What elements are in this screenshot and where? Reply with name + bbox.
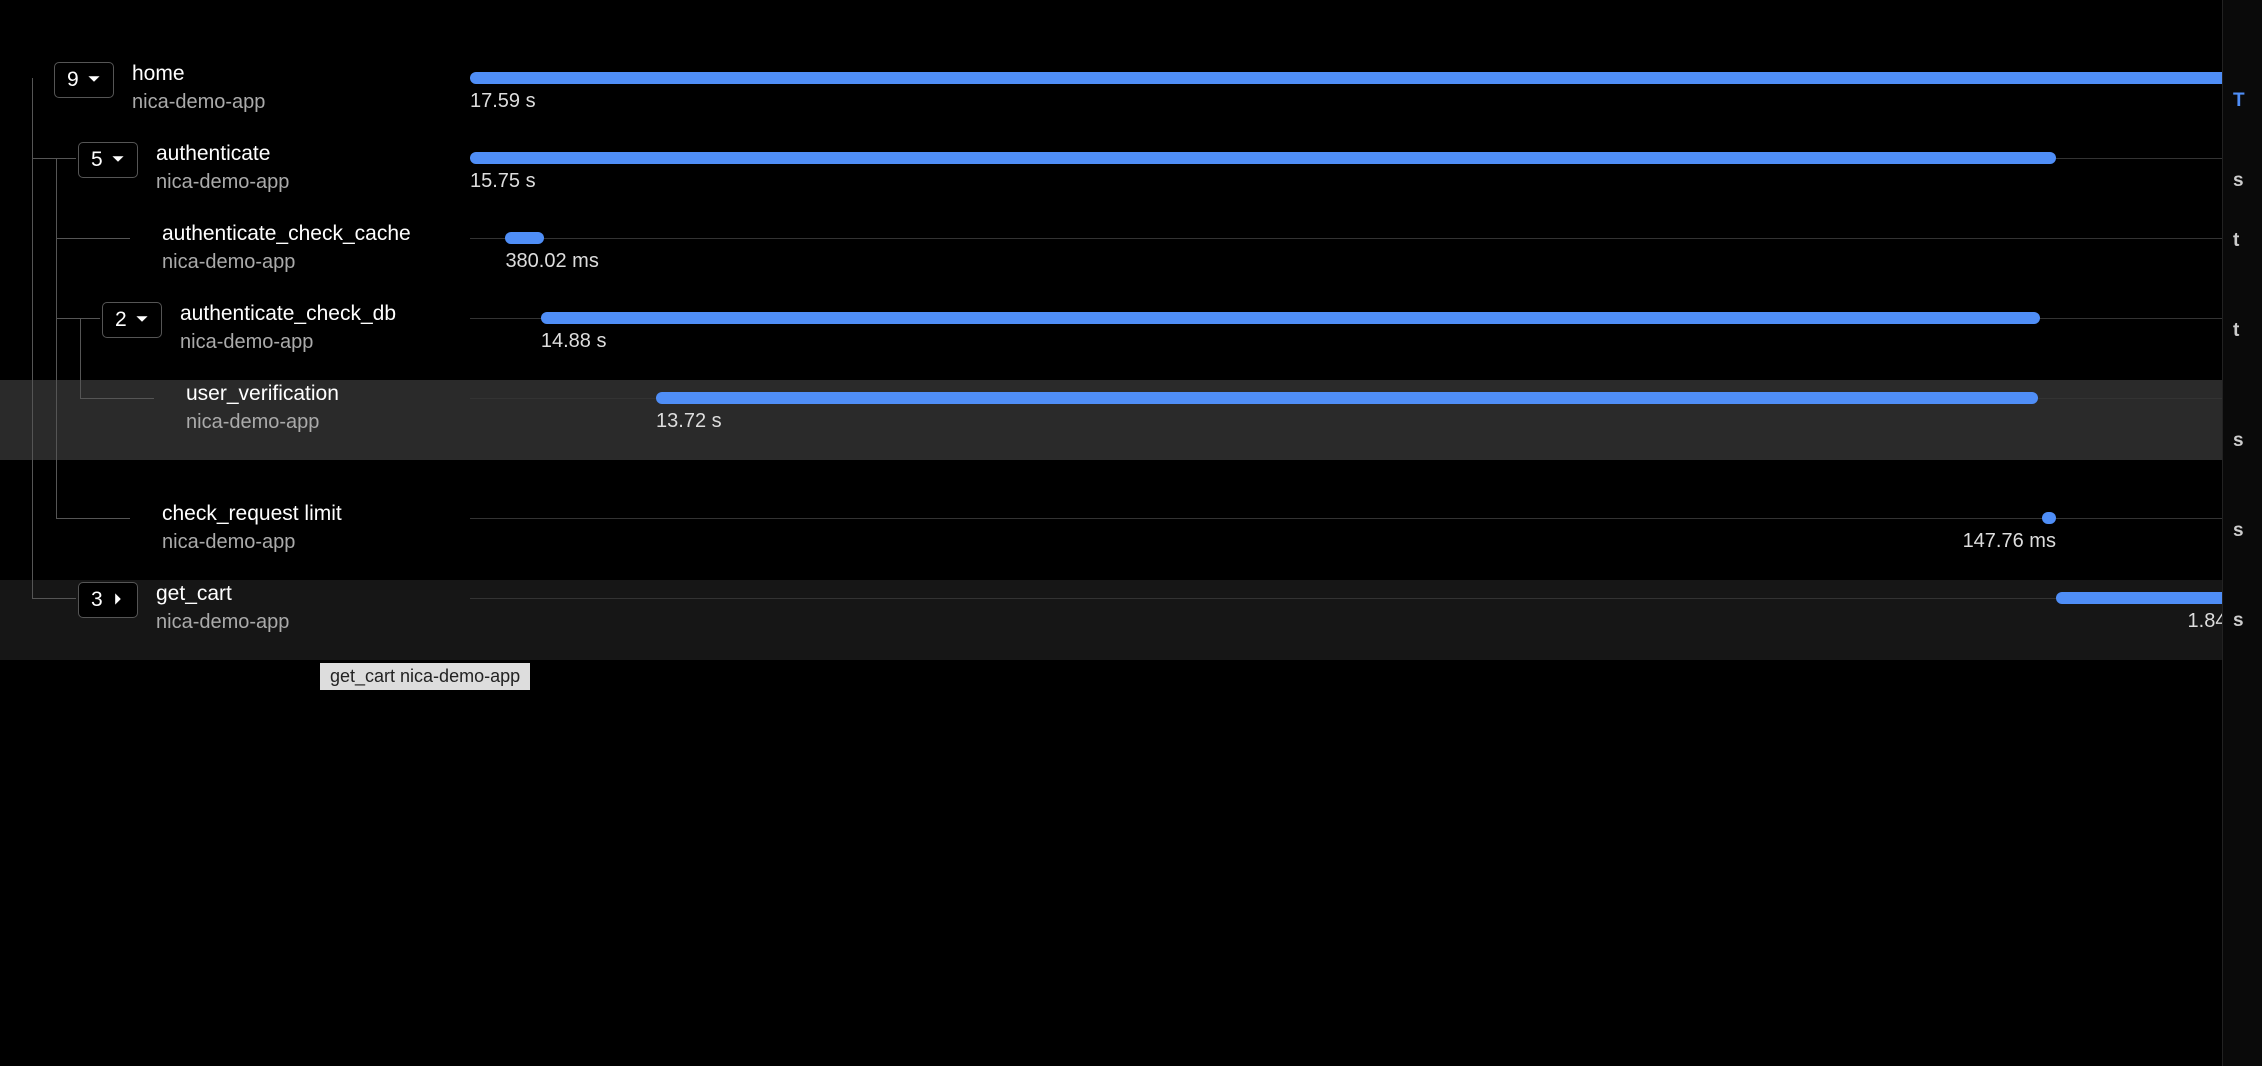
span-bar-check_request_limit[interactable] (2042, 512, 2056, 524)
side-strip-label: t (2233, 320, 2239, 342)
span-row-home[interactable]: 9 homenica-demo-app 17.59 s (0, 60, 2262, 140)
expand-badge-get_cart[interactable]: 3 (78, 582, 138, 618)
chevron-down-icon (87, 68, 101, 92)
span-name: authenticate_check_db (180, 300, 396, 327)
side-strip-label: T (2233, 90, 2245, 112)
span-service: nica-demo-app (186, 409, 339, 435)
span-name: home (132, 60, 265, 87)
span-service: nica-demo-app (162, 249, 411, 275)
span-bar-get_cart[interactable] (2056, 592, 2242, 604)
span-name: get_cart (156, 580, 289, 607)
span-duration: 15.75 s (470, 170, 536, 193)
side-strip-label: s (2233, 170, 2244, 192)
span-name: authenticate (156, 140, 289, 167)
side-strip-label: s (2233, 610, 2244, 632)
chevron-down-icon (135, 308, 149, 332)
span-service: nica-demo-app (156, 609, 289, 635)
side-strip-label: s (2233, 520, 2244, 542)
timeline-track: 17.59 s (470, 60, 2242, 140)
span-row-authenticate[interactable]: 5 authenticatenica-demo-app 15.75 s (0, 140, 2262, 220)
badge-count: 9 (67, 68, 79, 92)
span-bar-authenticate_check_db[interactable] (541, 312, 2040, 324)
badge-count: 2 (115, 308, 127, 332)
span-duration: 17.59 s (470, 90, 536, 113)
span-service: nica-demo-app (156, 169, 289, 195)
badge-count: 3 (91, 588, 103, 612)
span-row-user_verification[interactable]: user_verificationnica-demo-app 13.72 s (0, 380, 2262, 460)
span-name: check_request limit (162, 500, 342, 527)
timeline-track: 1.84 s (470, 580, 2242, 660)
span-row-authenticate_check_cache[interactable]: authenticate_check_cachenica-demo-app 380… (0, 220, 2262, 300)
tree-gutter: 3 get_cartnica-demo-app (0, 580, 470, 660)
span-name: user_verification (186, 380, 339, 407)
span-duration: 147.76 ms (1963, 530, 2056, 553)
timeline-track: 147.76 ms (470, 500, 2242, 580)
tree-gutter: 5 authenticatenica-demo-app (0, 140, 470, 220)
badge-count: 5 (91, 148, 103, 172)
span-row-check_request_limit[interactable]: check_request limitnica-demo-app 147.76 m… (0, 500, 2262, 580)
chevron-right-icon (111, 588, 125, 612)
chevron-down-icon (111, 148, 125, 172)
expand-badge-authenticate[interactable]: 5 (78, 142, 138, 178)
span-bar-authenticate[interactable] (470, 152, 2056, 164)
tree-gutter: 2 authenticate_check_dbnica-demo-app (0, 300, 470, 380)
timeline-track: 15.75 s (470, 140, 2242, 220)
tooltip: get_cart nica-demo-app (320, 663, 530, 690)
span-row-authenticate_check_db[interactable]: 2 authenticate_check_dbnica-demo-app 14.88… (0, 300, 2262, 380)
span-name: authenticate_check_cache (162, 220, 411, 247)
span-duration: 13.72 s (656, 410, 722, 433)
span-service: nica-demo-app (180, 329, 396, 355)
tree-gutter: check_request limitnica-demo-app (0, 500, 470, 580)
tree-gutter: 9 homenica-demo-app (0, 60, 470, 140)
tree-line (80, 318, 81, 398)
details-panel-strip: Ts t t s s s (2222, 0, 2262, 1066)
timeline-track: 380.02 ms (470, 220, 2242, 300)
span-service: nica-demo-app (132, 89, 265, 115)
tree-line (32, 78, 33, 598)
span-bar-user_verification[interactable] (656, 392, 2038, 404)
span-service: nica-demo-app (162, 529, 342, 555)
timeline-track: 13.72 s (470, 380, 2242, 460)
span-row-get_cart[interactable]: 3 get_cartnica-demo-app 1.84 s (0, 580, 2262, 660)
tree-gutter: authenticate_check_cachenica-demo-app (0, 220, 470, 300)
side-strip-label: t (2233, 230, 2239, 252)
span-duration: 380.02 ms (505, 250, 598, 273)
span-bar-home[interactable] (470, 72, 2242, 84)
span-bar-authenticate_check_cache[interactable] (505, 232, 544, 244)
tree-line (56, 158, 57, 518)
expand-badge-authenticate_check_db[interactable]: 2 (102, 302, 162, 338)
span-duration: 14.88 s (541, 330, 607, 353)
side-strip-label: s (2233, 430, 2244, 452)
tree-gutter: user_verificationnica-demo-app (0, 380, 470, 460)
expand-badge-home[interactable]: 9 (54, 62, 114, 98)
timeline-track: 14.88 s (470, 300, 2242, 380)
